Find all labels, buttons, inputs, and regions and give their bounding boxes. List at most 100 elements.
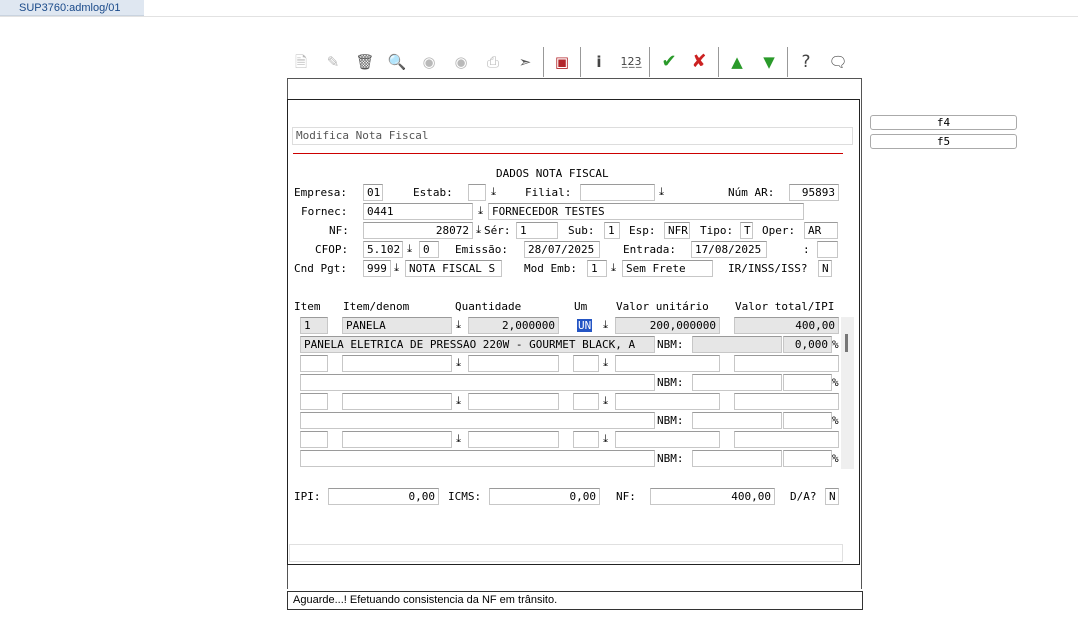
next-icon[interactable]: ◉ bbox=[449, 50, 473, 74]
icms-label: ICMS: bbox=[448, 490, 482, 503]
nf-field[interactable]: 28072 bbox=[363, 222, 473, 239]
ir-inss-field[interactable]: N bbox=[818, 260, 832, 277]
info-icon[interactable]: i bbox=[587, 50, 611, 74]
grid-pct-field[interactable] bbox=[783, 412, 832, 429]
grid-item-field[interactable] bbox=[300, 393, 328, 410]
cfop-seq-field[interactable]: 0 bbox=[419, 241, 439, 258]
up-icon[interactable]: ▲ bbox=[725, 50, 749, 74]
extra-field[interactable] bbox=[817, 241, 838, 258]
grid-scrollbar[interactable] bbox=[841, 317, 854, 469]
mod-emb-code-field[interactable]: 1 bbox=[587, 260, 607, 277]
cfop-field[interactable]: 5.102 bbox=[363, 241, 403, 258]
grid-denom-lookup-icon[interactable]: ⤓ bbox=[453, 318, 464, 332]
estab-field[interactable] bbox=[468, 184, 486, 201]
num-ar-field[interactable]: 95893 bbox=[789, 184, 839, 201]
grid-nbm-field[interactable] bbox=[692, 450, 782, 467]
nf-total-field[interactable]: 400,00 bbox=[650, 488, 775, 505]
grid-denom-field[interactable] bbox=[342, 355, 452, 372]
grid-pct-field[interactable]: 0,000 bbox=[783, 336, 832, 353]
oper-field[interactable]: AR bbox=[804, 222, 838, 239]
confirm-icon[interactable]: ✔ bbox=[657, 50, 681, 74]
grid-um-field[interactable] bbox=[573, 355, 599, 372]
tipo-field[interactable]: T bbox=[740, 222, 753, 239]
grid-header-um: Um bbox=[574, 300, 588, 313]
grid-um-field[interactable] bbox=[573, 393, 599, 410]
ser-field[interactable]: 1 bbox=[516, 222, 558, 239]
cnd-pgt-lookup-icon[interactable]: ⤓ bbox=[391, 261, 402, 275]
grid-um-field[interactable] bbox=[573, 431, 599, 448]
grid-total-field[interactable] bbox=[734, 431, 839, 448]
grid-nbm-field[interactable] bbox=[692, 374, 782, 391]
grid-total-field[interactable] bbox=[734, 393, 839, 410]
grid-um-field[interactable]: UN bbox=[573, 317, 599, 334]
edit-icon[interactable]: ✎ bbox=[321, 50, 345, 74]
grid-unit-field[interactable] bbox=[615, 393, 720, 410]
esp-field[interactable]: NFR bbox=[664, 222, 690, 239]
sequence-icon[interactable]: 1̲2̲3̲ bbox=[619, 50, 643, 74]
previous-icon[interactable]: ◉ bbox=[417, 50, 441, 74]
grid-um-lookup-icon[interactable]: ⤓ bbox=[600, 432, 611, 446]
grid-qty-field[interactable] bbox=[468, 355, 559, 372]
grid-um-lookup-icon[interactable]: ⤓ bbox=[600, 394, 611, 408]
cfop-lookup-icon[interactable]: ⤓ bbox=[404, 242, 415, 256]
estab-lookup-icon[interactable]: ⤓ bbox=[488, 185, 499, 199]
filial-field[interactable] bbox=[580, 184, 655, 201]
grid-pct-field[interactable] bbox=[783, 450, 832, 467]
filial-lookup-icon[interactable]: ⤓ bbox=[656, 185, 667, 199]
search-icon[interactable]: 🔍 bbox=[385, 50, 409, 74]
entrada-field[interactable]: 17/08/2025 bbox=[691, 241, 767, 258]
grid-denom-field[interactable] bbox=[342, 393, 452, 410]
grid-um-lookup-icon[interactable]: ⤓ bbox=[600, 356, 611, 370]
empresa-field[interactable]: 01 bbox=[363, 184, 383, 201]
grid-qty-field[interactable]: 2,000000 bbox=[468, 317, 559, 334]
grid-qty-field[interactable] bbox=[468, 431, 559, 448]
ipi-field[interactable]: 0,00 bbox=[328, 488, 439, 505]
nf-lookup-icon[interactable]: ⤓ bbox=[473, 223, 484, 237]
window-tab-title[interactable]: SUP3760:admlog/01 bbox=[0, 0, 144, 16]
mod-emb-lookup-icon[interactable]: ⤓ bbox=[608, 261, 619, 275]
grid-unit-field[interactable] bbox=[615, 355, 720, 372]
grid-denom-lookup-icon[interactable]: ⤓ bbox=[453, 432, 464, 446]
fornec-code-field[interactable]: 0441 bbox=[363, 203, 473, 220]
grid-nbm-field[interactable] bbox=[692, 336, 782, 353]
mod-emb-desc-field: Sem Frete bbox=[622, 260, 713, 277]
grid-scrollbar-thumb[interactable] bbox=[845, 334, 848, 352]
grid-total-field[interactable]: 400,00 bbox=[734, 317, 839, 334]
entrada-label: Entrada: bbox=[623, 243, 676, 256]
down-icon[interactable]: ▼ bbox=[757, 50, 781, 74]
chat-icon[interactable]: 🗨 bbox=[826, 50, 850, 74]
cancel-icon[interactable]: ✘ bbox=[687, 50, 711, 74]
grid-nbm-field[interactable] bbox=[692, 412, 782, 429]
num-ar-label: Núm AR: bbox=[728, 186, 775, 199]
grid-unit-field[interactable] bbox=[615, 431, 720, 448]
fornec-lookup-icon[interactable]: ⤓ bbox=[475, 204, 486, 218]
new-icon[interactable]: 🗎 bbox=[289, 50, 313, 74]
delete-icon[interactable]: 🗑 bbox=[353, 50, 377, 74]
grid-denom-field[interactable] bbox=[342, 431, 452, 448]
sub-field[interactable]: 1 bbox=[604, 222, 620, 239]
f4-button[interactable]: f4 bbox=[870, 115, 1017, 130]
grid-qty-field[interactable] bbox=[468, 393, 559, 410]
grid-pct-label: % bbox=[832, 338, 839, 351]
grid-um-lookup-icon[interactable]: ⤓ bbox=[600, 318, 611, 332]
grid-denom-lookup-icon[interactable]: ⤓ bbox=[453, 394, 464, 408]
grid-item-field[interactable]: 1 bbox=[300, 317, 328, 334]
grid-header-item: Item bbox=[294, 300, 321, 313]
da-field[interactable]: N bbox=[825, 488, 839, 505]
icms-field[interactable]: 0,00 bbox=[489, 488, 600, 505]
f5-button[interactable]: f5 bbox=[870, 134, 1017, 149]
esp-label: Esp: bbox=[629, 224, 656, 237]
grid-total-field[interactable] bbox=[734, 355, 839, 372]
grid-item-field[interactable] bbox=[300, 355, 328, 372]
grid-denom-field[interactable]: PANELA bbox=[342, 317, 452, 334]
cnd-pgt-code-field[interactable]: 999 bbox=[363, 260, 391, 277]
binoculars-icon[interactable]: ▣ bbox=[550, 50, 574, 74]
help-icon[interactable]: ? bbox=[794, 50, 818, 74]
grid-denom-lookup-icon[interactable]: ⤓ bbox=[453, 356, 464, 370]
print-icon[interactable]: ⎙ bbox=[481, 50, 505, 74]
grid-pct-field[interactable] bbox=[783, 374, 832, 391]
grid-item-field[interactable] bbox=[300, 431, 328, 448]
export-icon[interactable]: ➣ bbox=[513, 50, 537, 74]
emissao-field[interactable]: 28/07/2025 bbox=[524, 241, 600, 258]
grid-unit-field[interactable]: 200,000000 bbox=[615, 317, 720, 334]
